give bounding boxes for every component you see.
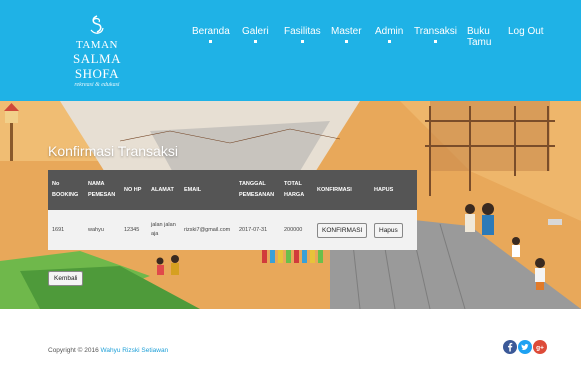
nav-log-out[interactable]: Log Out	[508, 26, 544, 37]
col-header-tanggal-pemesanan: TANGGAL PEMESANAN	[235, 170, 280, 210]
cell-no-booking: 1691	[48, 210, 84, 250]
author-link[interactable]: Wahyu Rizski Setiawan	[101, 347, 169, 354]
col-header-nama-pemesan: NAMA PEMESAN	[84, 170, 120, 210]
footer-copyright: Copyright © 2016 Wahyu Rizski Setiawan	[48, 347, 168, 354]
cell-konfirmasi: KONFIRMASI	[313, 210, 370, 250]
col-header-email: EMAIL	[180, 170, 235, 210]
nav-dot	[300, 40, 304, 43]
page-title: Konfirmasi Transaksi	[48, 143, 178, 159]
nav-label: Fasilitas	[284, 26, 321, 37]
twitter-icon[interactable]	[518, 340, 532, 354]
hapus-button[interactable]: Hapus	[374, 222, 403, 238]
nav-master[interactable]: Master	[331, 26, 362, 43]
col-header-konfirmasi: KONFIRMASI	[313, 170, 370, 210]
nav-dot	[253, 40, 257, 43]
facebook-icon[interactable]	[503, 340, 517, 354]
col-header-no-hp: NO HP	[120, 170, 147, 210]
kembali-button[interactable]: Kembali	[48, 271, 84, 286]
nav-label: Admin	[375, 26, 404, 37]
nav-label: Log Out	[508, 26, 544, 37]
cell-nama: wahyu	[84, 210, 120, 250]
cell-alamat: jalan jalan aja	[147, 210, 180, 250]
nav-admin[interactable]: Admin	[375, 26, 403, 43]
brand-line2: SALMA SHOFA	[72, 51, 121, 81]
nav-dot	[209, 40, 213, 43]
logo-swirl-icon	[90, 15, 104, 34]
site-logo[interactable]: TAMAN SALMA SHOFA rekreasi & edukasi	[52, 14, 142, 89]
konfirmasi-button[interactable]: KONFIRMASI	[317, 222, 368, 238]
cell-hapus: Hapus	[370, 210, 417, 250]
nav-label: Buku Tamu	[467, 26, 492, 48]
col-header-no-booking: No BOOKING	[48, 170, 84, 210]
nav-dot	[433, 40, 437, 43]
svg-text:g+: g+	[536, 345, 544, 352]
nav-label: Galeri	[242, 26, 269, 37]
nav-galeri[interactable]: Galeri	[242, 26, 269, 43]
nav-beranda[interactable]: Beranda	[192, 26, 230, 43]
nav-label: Transaksi	[414, 26, 457, 37]
col-header-hapus: HAPUS	[370, 170, 417, 210]
nav-dot	[387, 40, 391, 43]
table-header-row: No BOOKING NAMA PEMESAN NO HP ALAMAT EMA…	[48, 170, 417, 210]
brand-tagline: rekreasi & edukasi	[74, 82, 120, 88]
nav-label: Master	[331, 26, 362, 37]
cell-hp: 12345	[120, 210, 147, 250]
col-header-total-harga: TOTAL HARGA	[280, 170, 313, 210]
col-header-alamat: ALAMAT	[147, 170, 180, 210]
nav-dot	[344, 40, 348, 43]
cell-tanggal: 2017-07-31	[235, 210, 280, 250]
transactions-table: No BOOKING NAMA PEMESAN NO HP ALAMAT EMA…	[48, 170, 417, 250]
nav-transaksi[interactable]: Transaksi	[414, 26, 457, 43]
google-plus-icon[interactable]: g+	[533, 340, 547, 354]
nav-fasilitas[interactable]: Fasilitas	[284, 26, 321, 43]
cell-email: rizski7@gmail.com	[180, 210, 235, 250]
copyright-text: Copyright © 2016	[48, 347, 99, 354]
nav-buku-tamu[interactable]: Buku Tamu	[467, 26, 493, 48]
cell-total: 200000	[280, 210, 313, 250]
site-header: TAMAN SALMA SHOFA rekreasi & edukasi Ber…	[0, 0, 581, 101]
table-row: 1691 wahyu 12345 jalan jalan aja rizski7…	[48, 210, 417, 250]
brand-line1: TAMAN	[76, 39, 118, 51]
nav-label: Beranda	[192, 26, 230, 37]
